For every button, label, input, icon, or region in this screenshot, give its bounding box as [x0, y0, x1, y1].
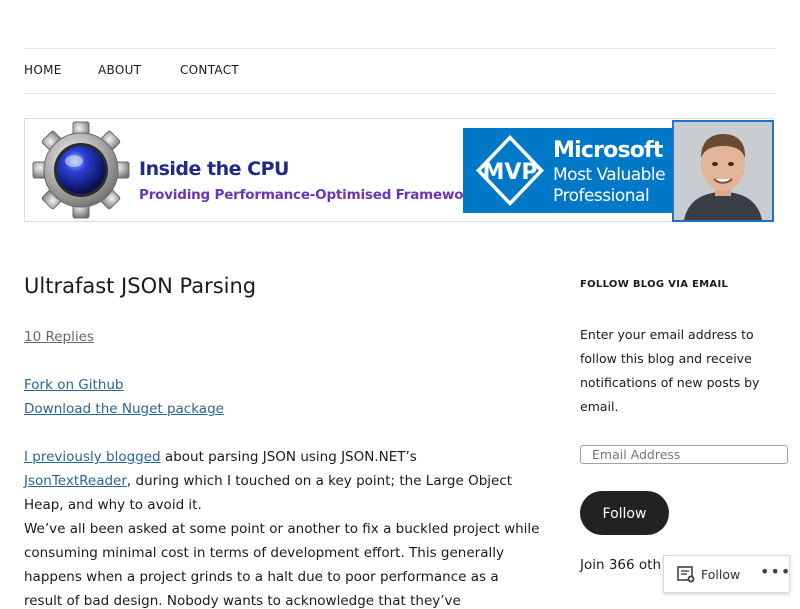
paragraph-line: I previously blogged about parsing JSON …: [24, 449, 417, 465]
mvp-badge: MVP Microsoft Most Valuable Professional: [463, 128, 673, 213]
nav-contact[interactable]: CONTACT: [180, 63, 239, 77]
site-tagline: Providing Performance-Optimised Framewor…: [139, 187, 487, 203]
gear-logo-icon: [32, 121, 130, 219]
post-title: Ultrafast JSON Parsing: [24, 274, 257, 298]
nav-about[interactable]: ABOUT: [98, 63, 141, 77]
paragraph-line: We’ve all been asked at some point or an…: [24, 521, 540, 537]
sidebar-desc-line: Enter your email address to: [580, 327, 754, 342]
paragraph-line: JsonTextReader, during which I touched o…: [24, 473, 512, 489]
follow-button[interactable]: Follow: [580, 491, 669, 535]
github-link[interactable]: Fork on Github: [24, 377, 124, 393]
sidebar-desc-line: notifications of new posts by: [580, 375, 760, 390]
nuget-link[interactable]: Download the Nuget package: [24, 401, 224, 417]
sidebar-desc-line: email.: [580, 399, 619, 414]
replies-link[interactable]: 10 Replies: [24, 329, 94, 345]
more-options-icon[interactable]: •••: [760, 562, 791, 581]
person-icon: [674, 122, 772, 220]
jsontextreader-link[interactable]: JsonTextReader: [24, 473, 127, 489]
paragraph-line: consuming minimal cost in terms of devel…: [24, 545, 504, 561]
nav-home[interactable]: HOME: [24, 63, 62, 77]
email-field[interactable]: [580, 445, 788, 464]
mvp-line-3: Professional: [553, 186, 650, 206]
site-title: Inside the CPU: [139, 158, 289, 180]
mvp-diamond-icon: MVP: [476, 135, 544, 206]
paragraph-line: happens when a project grinds to a halt …: [24, 569, 499, 585]
floating-follow-bar[interactable]: Follow •••: [663, 555, 790, 593]
author-photo: [672, 120, 774, 222]
sidebar-heading: FOLLOW BLOG VIA EMAIL: [580, 279, 729, 290]
mvp-logo-text: MVP: [482, 160, 537, 185]
paragraph-text: , during which I touched on a key point;…: [126, 473, 513, 489]
paragraph-line: result of bad design. Nobody wants to ac…: [24, 593, 461, 609]
top-divider: [24, 48, 776, 49]
previously-blogged-link[interactable]: I previously blogged: [24, 449, 161, 465]
followers-count-text: Join 366 oth: [580, 557, 662, 573]
sidebar-desc-line: follow this blog and receive: [580, 351, 752, 366]
header-banner[interactable]: Inside the CPU Providing Performance-Opt…: [24, 118, 774, 222]
mvp-line-1: Microsoft: [553, 138, 663, 163]
reader-follow-icon: [677, 566, 695, 583]
paragraph-line: Heap, and why to avoid it.: [24, 497, 202, 513]
mvp-line-2: Most Valuable: [553, 165, 666, 185]
nav-divider: [24, 93, 776, 94]
follow-bar-label[interactable]: Follow: [701, 567, 740, 582]
paragraph-text: about parsing JSON using JSON.NET’s: [160, 449, 417, 465]
